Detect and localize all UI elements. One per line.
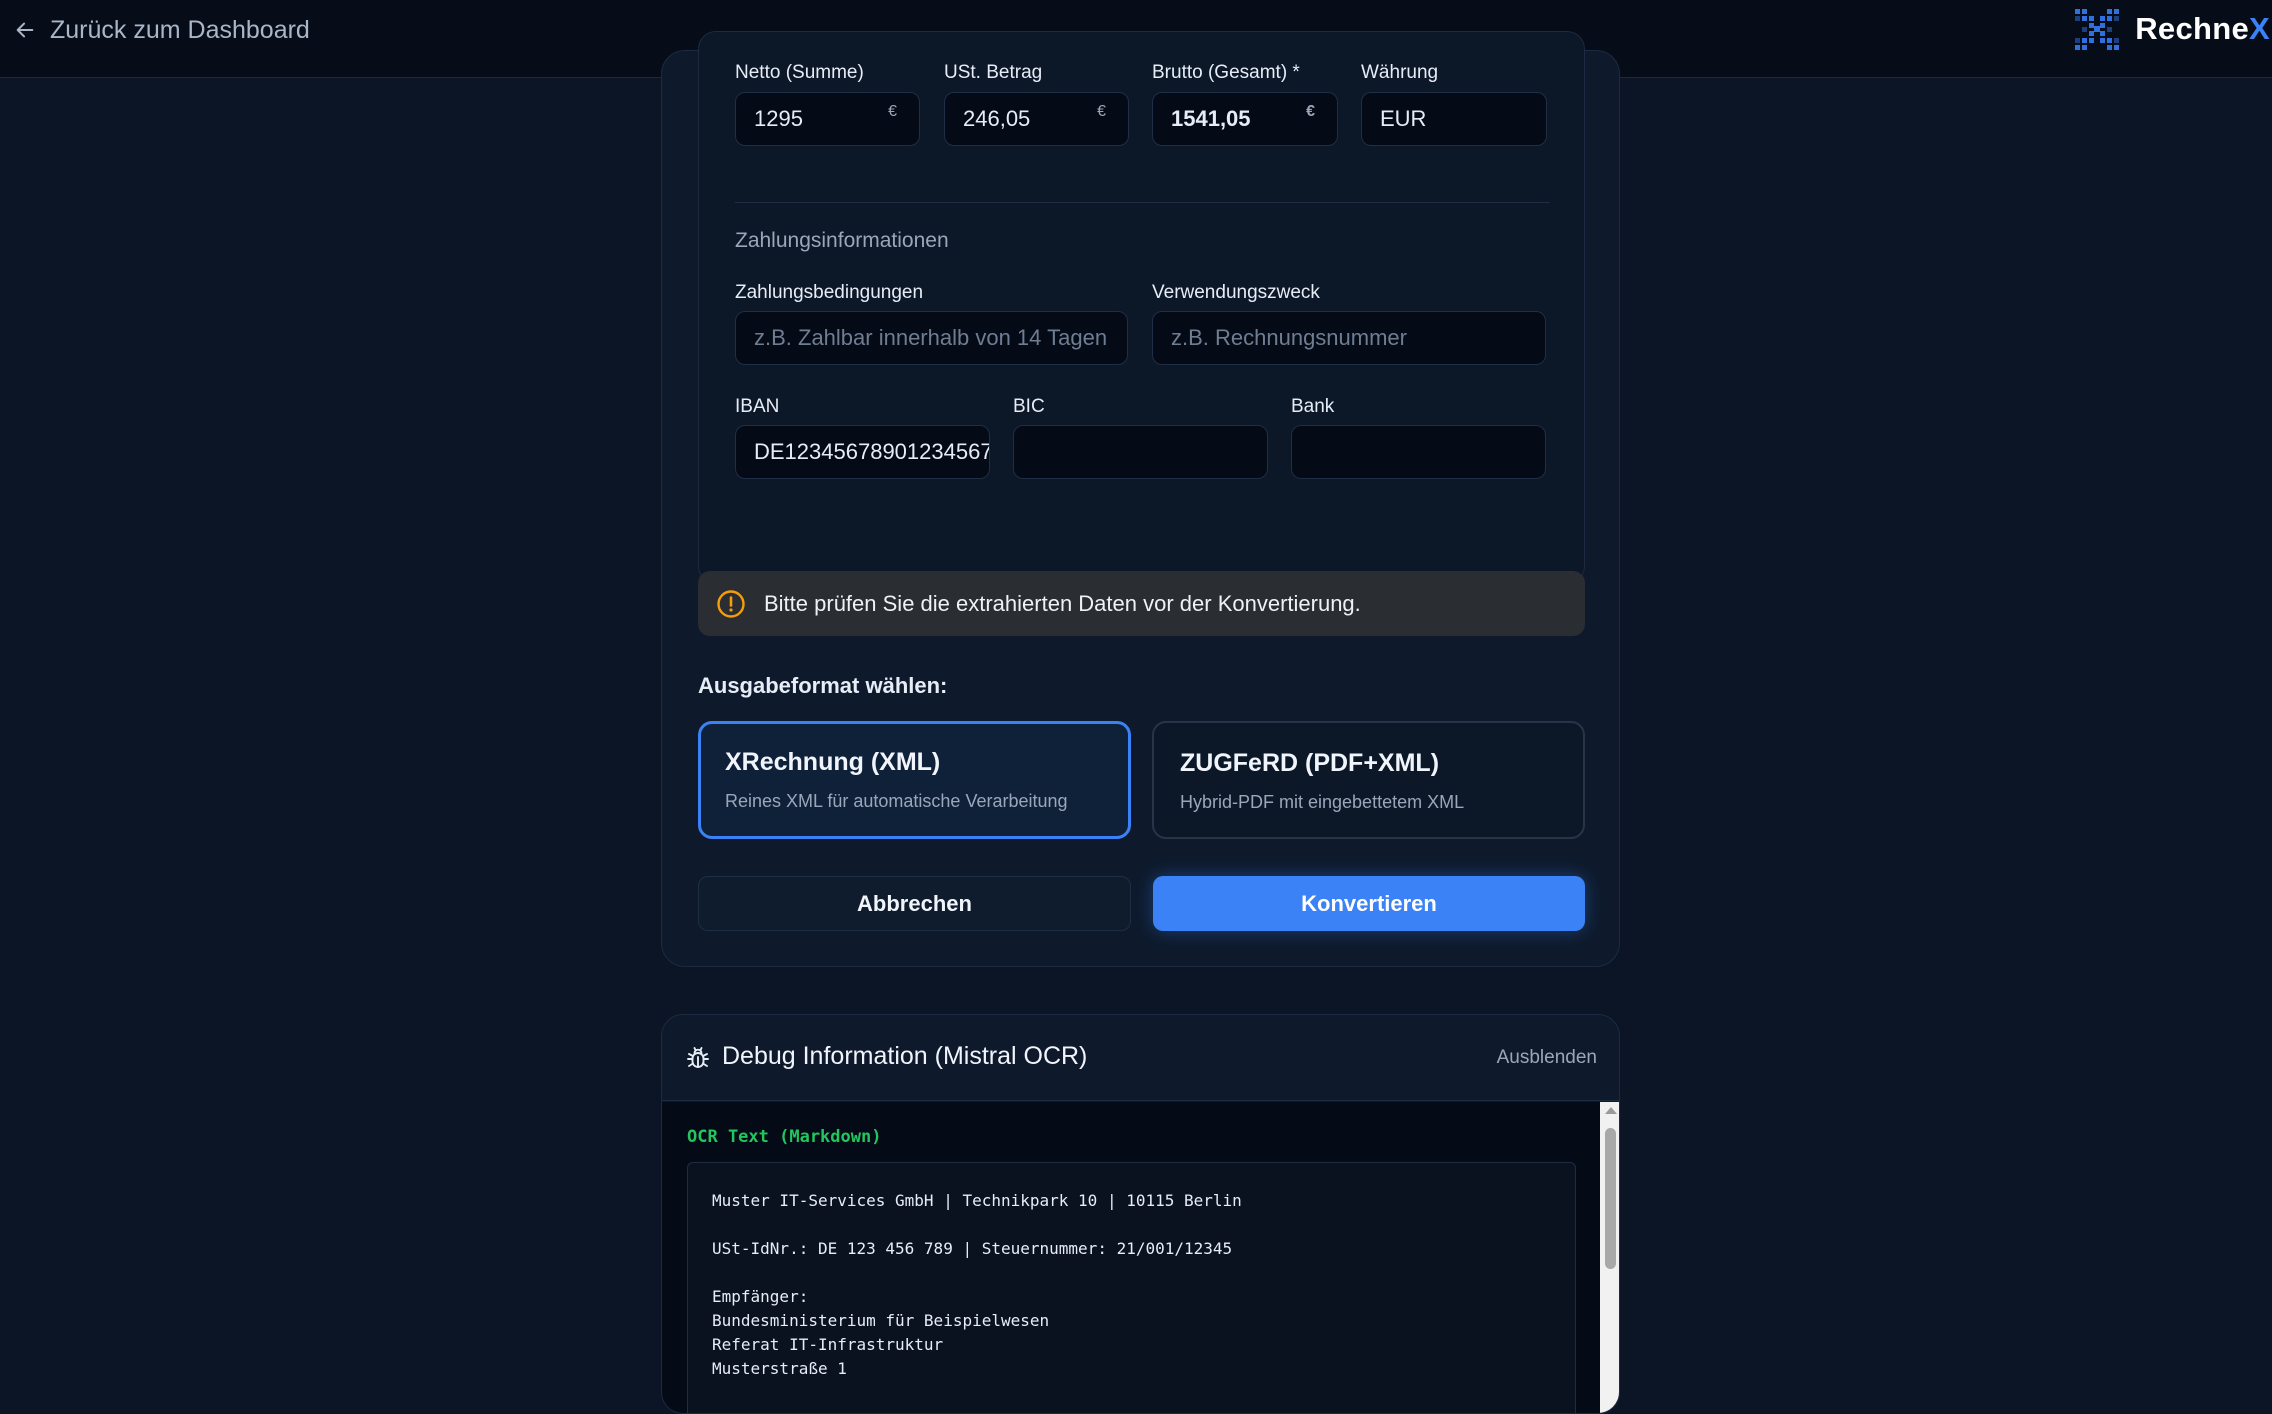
zahlungsbedingungen-placeholder: z.B. Zahlbar innerhalb von 14 Tagen bbox=[754, 325, 1108, 350]
ocr-heading: OCR Text (Markdown) bbox=[687, 1127, 882, 1147]
netto-input[interactable]: 1295 € bbox=[735, 92, 920, 146]
convert-button[interactable]: Konvertieren bbox=[1153, 876, 1585, 931]
bug-icon bbox=[687, 1047, 709, 1068]
brutto-input[interactable]: 1541,05 € bbox=[1152, 92, 1338, 146]
bic-input[interactable] bbox=[1013, 425, 1268, 479]
ust-input[interactable]: 246,05 € bbox=[944, 92, 1129, 146]
zahlungsbedingungen-label: Zahlungsbedingungen bbox=[735, 282, 924, 303]
payment-section-title: Zahlungsinformationen bbox=[735, 229, 949, 252]
netto-value: 1295 bbox=[754, 106, 803, 131]
warning-circle-icon bbox=[717, 589, 745, 618]
back-link-label: Zurück zum Dashboard bbox=[50, 15, 310, 44]
bank-label: Bank bbox=[1291, 396, 1335, 417]
verwendungszweck-label: Verwendungszweck bbox=[1152, 282, 1320, 303]
debug-title: Debug Information (Mistral OCR) bbox=[722, 1042, 1088, 1070]
zahlungsbedingungen-input[interactable]: z.B. Zahlbar innerhalb von 14 Tagen bbox=[735, 311, 1128, 365]
back-to-dashboard-link[interactable]: Zurück zum Dashboard bbox=[14, 14, 310, 46]
conversion-form-card: Netto (Summe) 1295 € USt. Betrag 246,05 … bbox=[661, 31, 1620, 967]
scroll-up-arrow-icon[interactable] bbox=[1605, 1107, 1617, 1114]
waehrung-input[interactable]: EUR bbox=[1361, 92, 1547, 146]
brand-name: RechneX bbox=[2135, 11, 2270, 46]
iban-label: IBAN bbox=[735, 396, 780, 417]
brand: RechneX bbox=[2073, 7, 2270, 51]
format-option-xrechnung[interactable]: XRechnung (XML) Reines XML für automatis… bbox=[698, 721, 1131, 839]
output-format-title: Ausgabeformat wählen: bbox=[698, 673, 948, 698]
review-warning-alert: Bitte prüfen Sie die extrahierten Daten … bbox=[698, 571, 1585, 636]
brutto-value: 1541,05 bbox=[1171, 106, 1251, 131]
verwendungszweck-placeholder: z.B. Rechnungsnummer bbox=[1171, 325, 1407, 350]
section-divider bbox=[735, 202, 1550, 203]
invoice-data-panel: Netto (Summe) 1295 € USt. Betrag 246,05 … bbox=[698, 31, 1585, 584]
bank-input[interactable] bbox=[1291, 425, 1546, 479]
brutto-label: Brutto (Gesamt) * bbox=[1152, 62, 1300, 83]
euro-icon: € bbox=[1097, 103, 1106, 120]
brand-logo-icon bbox=[2075, 9, 2120, 50]
format-option-zugferd[interactable]: ZUGFeRD (PDF+XML) Hybrid-PDF mit eingebe… bbox=[1152, 721, 1585, 839]
ust-value: 246,05 bbox=[963, 106, 1031, 131]
debug-panel: Debug Information (Mistral OCR) Ausblend… bbox=[661, 1014, 1620, 1414]
format-option-description: Hybrid-PDF mit eingebettetem XML bbox=[1180, 792, 1465, 812]
debug-header: Debug Information (Mistral OCR) Ausblend… bbox=[662, 1015, 1619, 1101]
cancel-button[interactable]: Abbrechen bbox=[698, 876, 1131, 931]
debug-scrollbar[interactable] bbox=[1600, 1102, 1619, 1413]
arrow-left-icon bbox=[16, 22, 34, 38]
alert-message: Bitte prüfen Sie die extrahierten Daten … bbox=[764, 590, 1361, 616]
euro-icon: € bbox=[1306, 103, 1315, 120]
netto-label: Netto (Summe) bbox=[735, 62, 864, 83]
format-option-name: XRechnung (XML) bbox=[725, 748, 941, 776]
hide-debug-button[interactable]: Ausblenden bbox=[1497, 1047, 1597, 1069]
verwendungszweck-input[interactable]: z.B. Rechnungsnummer bbox=[1152, 311, 1546, 365]
waehrung-value: EUR bbox=[1380, 106, 1427, 131]
waehrung-label: Währung bbox=[1361, 62, 1439, 83]
bic-label: BIC bbox=[1013, 396, 1045, 417]
euro-icon: € bbox=[888, 103, 897, 120]
scrollbar-thumb[interactable] bbox=[1605, 1128, 1616, 1269]
format-option-name: ZUGFeRD (PDF+XML) bbox=[1180, 749, 1440, 777]
iban-input[interactable]: DE12345678901234567890 bbox=[735, 425, 990, 479]
ust-label: USt. Betrag bbox=[944, 62, 1043, 83]
format-option-description: Reines XML für automatische Verarbeitung bbox=[725, 791, 1068, 811]
ocr-text-block: Muster IT-Services GmbH | Technikpark 10… bbox=[687, 1162, 1576, 1413]
iban-value: DE12345678901234567890 bbox=[754, 439, 990, 464]
debug-content: OCR Text (Markdown) Muster IT-Services G… bbox=[662, 1102, 1600, 1413]
